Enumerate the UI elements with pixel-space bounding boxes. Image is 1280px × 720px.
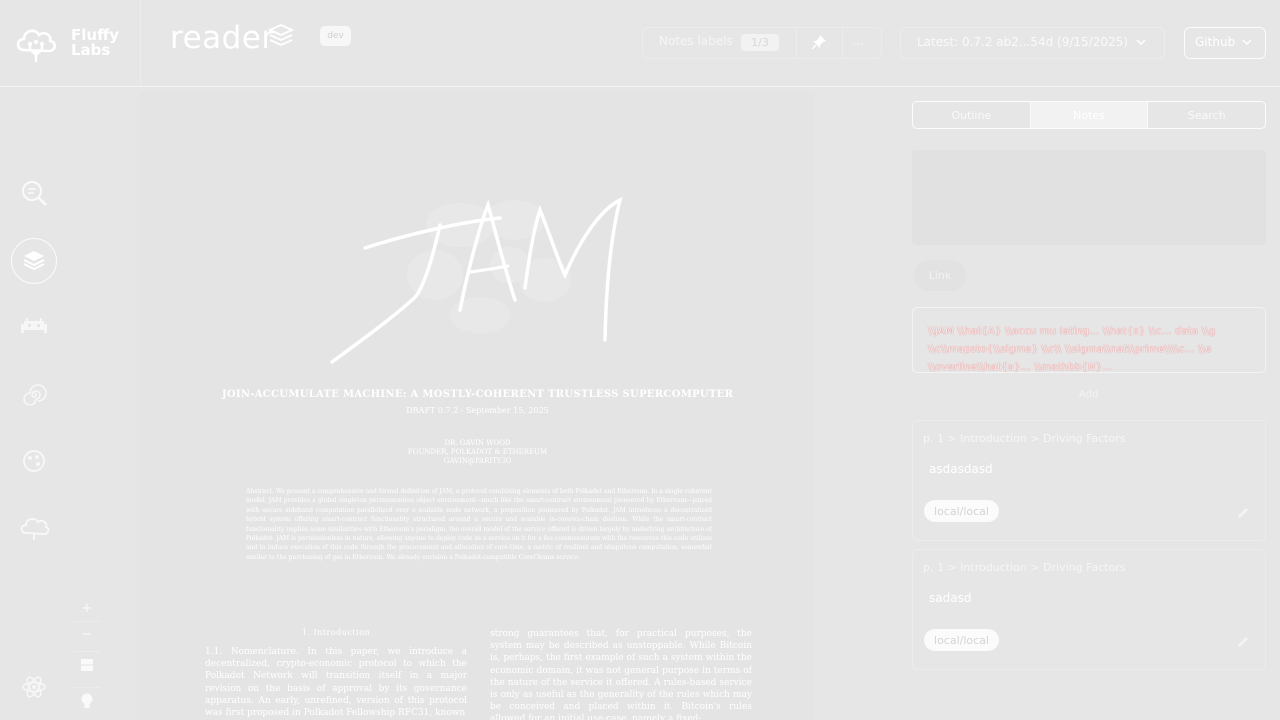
paper-column-right: strong guarantees that, for practical pu…: [490, 629, 752, 720]
chevron-down-icon: [1242, 39, 1252, 46]
cloud-icon[interactable]: [18, 511, 50, 543]
logo-text: Fluffy Labs: [71, 26, 119, 59]
paper-title: JOIN-ACCUMULATE MACHINE: A MOSTLY-COHERE…: [221, 389, 734, 400]
notes-labels-count: 1/3: [741, 34, 779, 51]
paper-column-left: 1.1. Nomenclature. In this paper, we int…: [205, 647, 467, 719]
invader-icon[interactable]: [18, 311, 50, 343]
search-doc-icon[interactable]: [18, 177, 50, 209]
github-label: Github: [1195, 35, 1236, 49]
app-name: reader: [170, 20, 275, 56]
lightbulb-icon[interactable]: [74, 687, 100, 713]
note-editor[interactable]: [912, 150, 1266, 245]
header-divider: [140, 0, 141, 86]
spiral-icon[interactable]: [18, 379, 50, 411]
selection-latex: \\JAM \\hat{A} \\accu mu lating... \\hat…: [928, 326, 1216, 373]
version-label: Latest: 0.7.2 ab2...54d (9/15/2025): [917, 35, 1128, 49]
note-label-tag[interactable]: local/local: [924, 629, 999, 651]
chevron-down-icon: [1136, 39, 1146, 46]
paper-draft: DRAFT 0.7.2 - September 15, 2025: [406, 406, 549, 415]
note-body: asdasdasd: [929, 462, 993, 476]
note-card[interactable]: p. 1 > Introduction > Driving Factors as…: [912, 420, 1266, 541]
cloud-tree-icon: [16, 29, 57, 62]
notes-labels-button[interactable]: Notes labels: [659, 34, 733, 48]
zoom-in-button[interactable]: +: [74, 595, 100, 621]
paper-abstract: Abstract. We present a comprehensive and…: [246, 488, 712, 561]
pin-icon[interactable]: [811, 34, 827, 50]
env-badge: dev: [320, 26, 351, 46]
tab-notes[interactable]: Notes: [1029, 102, 1149, 128]
fluffy-labs-logo[interactable]: Fluffy Labs: [14, 22, 134, 64]
stack-icon: [268, 24, 294, 46]
edit-icon[interactable]: [1237, 635, 1249, 647]
sidebar-tabs: Outline Notes Search: [912, 101, 1266, 129]
link-button[interactable]: Link: [914, 260, 966, 291]
note-location[interactable]: p. 1 > Introduction > Driving Factors: [923, 432, 1125, 445]
jam-logo: [330, 196, 623, 364]
stack-icon[interactable]: [18, 245, 50, 277]
author-email: GAVIN@PARITY.IO: [443, 457, 512, 465]
atom-icon[interactable]: [18, 671, 50, 703]
note-label-tag[interactable]: local/local: [924, 500, 999, 522]
fit-page-icon[interactable]: [74, 651, 100, 677]
section-heading: 1. Introduction: [301, 628, 371, 637]
toolbar-separator: [842, 28, 843, 58]
note-location[interactable]: p. 1 > Introduction > Driving Factors: [923, 561, 1125, 574]
tab-outline[interactable]: Outline: [913, 102, 1030, 128]
note-body: sadasd: [929, 591, 972, 605]
author-name: DR. GAVIN WOOD: [444, 439, 511, 447]
edit-icon[interactable]: [1237, 506, 1249, 518]
author-role: FOUNDER, POLKADOT & ETHEREUM: [407, 448, 548, 456]
add-note-button[interactable]: Add: [1079, 389, 1098, 400]
top-bar: Fluffy Labs reader dev Notes labels 1/3 …: [0, 0, 1280, 87]
zoom-out-button[interactable]: −: [74, 621, 100, 647]
note-card[interactable]: p. 1 > Introduction > Driving Factors sa…: [912, 549, 1266, 670]
more-button[interactable]: ...: [852, 34, 863, 48]
palette-icon[interactable]: [18, 445, 50, 477]
tab-search[interactable]: Search: [1148, 102, 1265, 128]
toolbar-separator: [796, 28, 797, 58]
